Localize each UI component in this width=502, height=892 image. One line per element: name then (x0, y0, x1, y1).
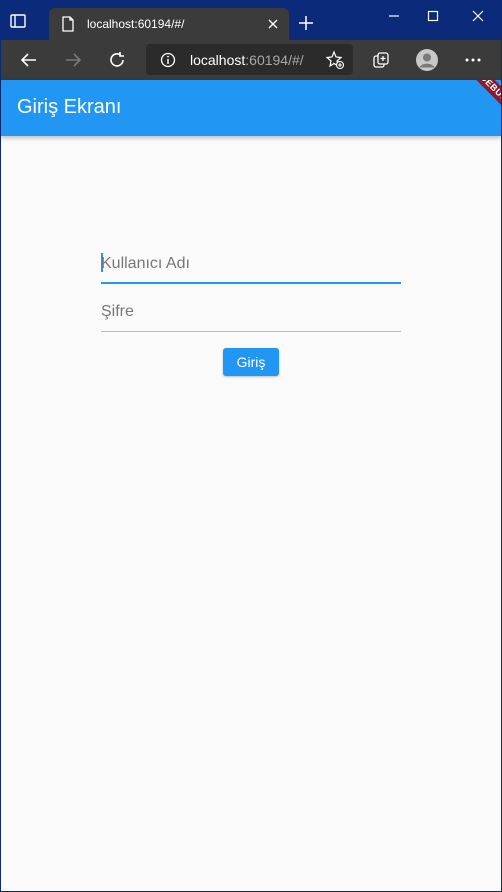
login-button[interactable]: Giriş (223, 348, 279, 376)
profile-avatar-icon[interactable] (415, 48, 439, 72)
address-host: localhost (190, 52, 246, 68)
address-url[interactable]: localhost:60194/#/ (190, 52, 304, 68)
more-options-icon[interactable] (463, 50, 483, 70)
tab-title: localhost:60194/#/ (87, 17, 185, 31)
username-underline (101, 282, 401, 284)
add-favorite-icon[interactable] (325, 50, 345, 70)
debug-banner: DEBUG (457, 80, 501, 125)
forward-arrow-icon[interactable] (63, 50, 83, 70)
collections-icon[interactable] (371, 50, 391, 70)
refresh-icon[interactable] (107, 50, 127, 70)
back-arrow-icon[interactable] (19, 50, 39, 70)
browser-window: localhost:60194/#/ localhost:60194/#/ Gi… (1, 0, 501, 891)
address-path: :60194/#/ (245, 52, 304, 68)
password-underline (101, 331, 401, 332)
minimize-icon[interactable] (384, 6, 404, 26)
page-icon (62, 16, 74, 32)
address-bar[interactable]: localhost:60194/#/ (146, 44, 353, 75)
page-title: Giriş Ekranı (17, 96, 122, 118)
password-field[interactable]: Şifre (101, 292, 401, 332)
close-window-icon[interactable] (468, 6, 488, 26)
app-bar: Giriş Ekranı DEBUG (1, 80, 501, 136)
tab-actions-icon[interactable] (9, 12, 27, 30)
info-icon[interactable] (160, 52, 176, 68)
password-label: Şifre (101, 303, 134, 320)
close-tab-icon[interactable] (266, 17, 280, 31)
browser-title-bar: localhost:60194/#/ (1, 0, 501, 40)
username-label: Kullanıcı Adı (101, 255, 190, 272)
maximize-icon[interactable] (423, 6, 443, 26)
username-field[interactable]: Kullanıcı Adı (101, 244, 401, 284)
browser-tab[interactable]: localhost:60194/#/ (49, 8, 289, 40)
new-tab-icon[interactable] (298, 15, 314, 31)
browser-toolbar: localhost:60194/#/ (1, 40, 501, 80)
